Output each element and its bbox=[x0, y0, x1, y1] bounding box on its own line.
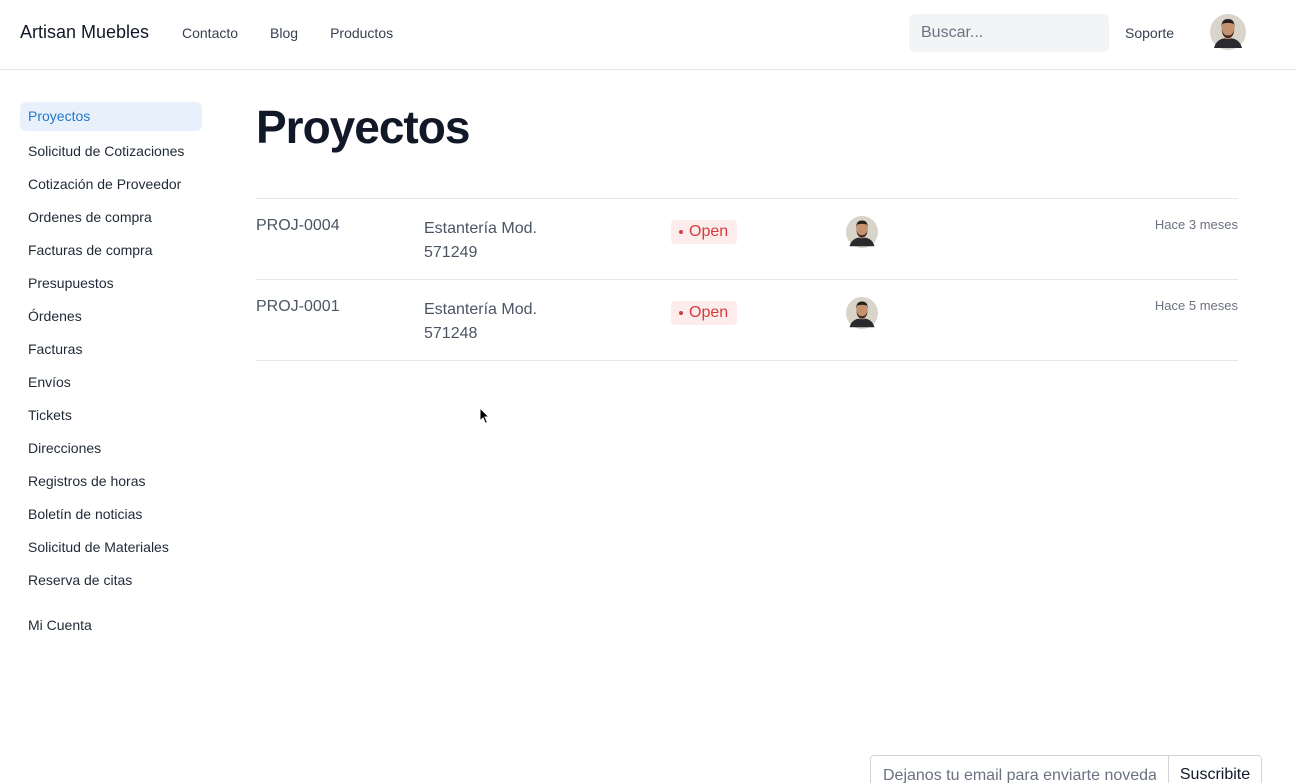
status-label: Open bbox=[689, 223, 729, 240]
user-avatar[interactable] bbox=[1210, 14, 1246, 50]
modified-time: Hace 3 meses bbox=[1154, 217, 1238, 232]
projects-list: PROJ-0004 Estantería Mod. 571249 Open Ha… bbox=[256, 198, 1238, 361]
search-input[interactable] bbox=[909, 14, 1109, 52]
sidebar-item-cotizacion-proveedor[interactable]: Cotización de Proveedor bbox=[20, 168, 202, 201]
sidebar-item-facturas-compra[interactable]: Facturas de compra bbox=[20, 234, 202, 267]
sidebar-item-reserva-citas[interactable]: Reserva de citas bbox=[20, 564, 202, 597]
sidebar-item-solicitud-cotizaciones[interactable]: Solicitud de Cotizaciones bbox=[20, 135, 202, 168]
sidebar-item-ordenes[interactable]: Órdenes bbox=[20, 300, 202, 333]
project-name: Estantería Mod. 571249 bbox=[424, 220, 537, 261]
page-title: Proyectos bbox=[256, 101, 470, 153]
status-badge: Open bbox=[671, 220, 738, 244]
sidebar: Proyectos Solicitud de Cotizaciones Coti… bbox=[20, 102, 202, 642]
sidebar-item-mi-cuenta[interactable]: Mi Cuenta bbox=[20, 609, 202, 642]
project-id: PROJ-0001 bbox=[256, 298, 340, 315]
table-row[interactable]: PROJ-0004 Estantería Mod. 571249 Open Ha… bbox=[256, 199, 1238, 280]
sidebar-item-direcciones[interactable]: Direcciones bbox=[20, 432, 202, 465]
mouse-cursor-icon bbox=[479, 407, 491, 425]
sidebar-item-tickets[interactable]: Tickets bbox=[20, 399, 202, 432]
support-link[interactable]: Soporte bbox=[1125, 25, 1174, 41]
sidebar-item-ordenes-compra[interactable]: Ordenes de compra bbox=[20, 201, 202, 234]
modified-time: Hace 5 meses bbox=[1154, 298, 1238, 313]
sidebar-item-registros-horas[interactable]: Registros de horas bbox=[20, 465, 202, 498]
brand-logo-text[interactable]: Artisan Muebles bbox=[20, 22, 149, 43]
top-navbar: Artisan Muebles Contacto Blog Productos … bbox=[0, 0, 1296, 70]
sidebar-item-presupuestos[interactable]: Presupuestos bbox=[20, 267, 202, 300]
project-id: PROJ-0004 bbox=[256, 217, 340, 234]
sidebar-item-facturas[interactable]: Facturas bbox=[20, 333, 202, 366]
status-dot-icon bbox=[679, 311, 683, 315]
sidebar-divider-space bbox=[20, 597, 202, 609]
subscribe-button[interactable]: Suscribite bbox=[1169, 756, 1261, 783]
table-row[interactable]: PROJ-0001 Estantería Mod. 571248 Open Ha… bbox=[256, 280, 1238, 361]
sidebar-item-envios[interactable]: Envíos bbox=[20, 366, 202, 399]
sidebar-item-boletin-noticias[interactable]: Boletín de noticias bbox=[20, 498, 202, 531]
newsletter-form: Suscribite bbox=[870, 755, 1262, 783]
status-dot-icon bbox=[679, 230, 683, 234]
nav-link-contacto[interactable]: Contacto bbox=[182, 25, 238, 41]
newsletter-email-input[interactable] bbox=[871, 756, 1169, 783]
status-label: Open bbox=[689, 304, 729, 321]
sidebar-item-solicitud-materiales[interactable]: Solicitud de Materiales bbox=[20, 531, 202, 564]
status-badge: Open bbox=[671, 301, 738, 325]
project-name: Estantería Mod. 571248 bbox=[424, 301, 537, 342]
avatar bbox=[846, 216, 878, 248]
top-nav: Contacto Blog Productos bbox=[182, 25, 425, 41]
nav-link-blog[interactable]: Blog bbox=[270, 25, 298, 41]
sidebar-item-proyectos[interactable]: Proyectos bbox=[20, 102, 202, 131]
nav-link-productos[interactable]: Productos bbox=[330, 25, 393, 41]
avatar bbox=[846, 297, 878, 329]
